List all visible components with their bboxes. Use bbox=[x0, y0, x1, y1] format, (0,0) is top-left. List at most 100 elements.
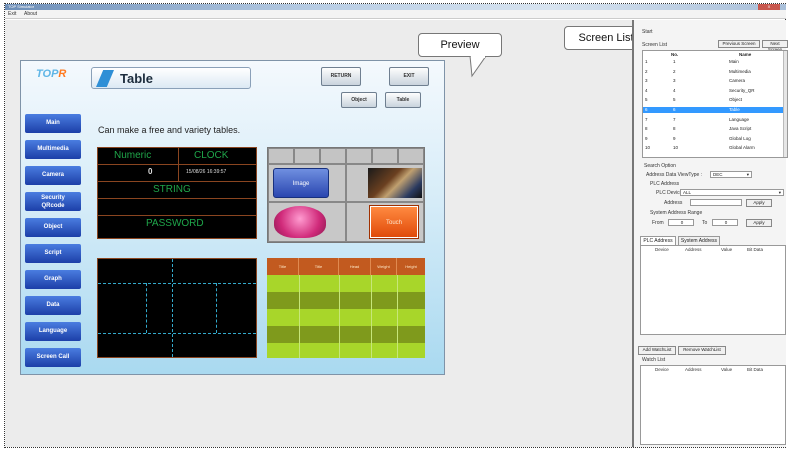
page-title: Table bbox=[120, 71, 153, 86]
table-header: Weight bbox=[371, 258, 397, 275]
watch-list-label: Watch List bbox=[642, 357, 666, 363]
screen-list-item[interactable]: 8 8 Java Script bbox=[643, 126, 785, 132]
menu-exit[interactable]: Exit bbox=[8, 11, 16, 17]
preview-callout: Preview bbox=[418, 33, 502, 57]
table-button[interactable]: Table bbox=[385, 92, 421, 108]
image-tile-grid: Image Touch bbox=[267, 147, 425, 243]
screen-list-item[interactable]: 5 5 Object bbox=[643, 97, 785, 103]
from-input[interactable]: 0 bbox=[668, 219, 694, 226]
chevron-down-icon: ▾ bbox=[746, 172, 749, 177]
data-table: Title Title Head Weight Height bbox=[267, 258, 425, 358]
screen-list-item[interactable]: 2 2 Multimedia bbox=[643, 69, 785, 75]
search-option-label: Search Option bbox=[644, 163, 676, 169]
screen-list-item[interactable]: 9 9 Global Log bbox=[643, 136, 785, 142]
to-label: To bbox=[702, 220, 708, 226]
tab-system-address[interactable]: System Address bbox=[678, 236, 720, 245]
preview-callout-tail bbox=[469, 56, 487, 78]
screen-list-label: Screen List bbox=[642, 42, 668, 48]
table-row bbox=[267, 292, 425, 309]
return-button[interactable]: RETURN bbox=[321, 67, 361, 86]
sidebar-screen-call[interactable]: Screen Call bbox=[25, 348, 81, 367]
screen-list-item[interactable]: 6 6 Table bbox=[643, 107, 785, 113]
remove-watchlist-button[interactable]: Remove WatchList bbox=[678, 346, 726, 355]
view-type-select[interactable]: DEC ▾ bbox=[710, 171, 752, 178]
plc-device-select[interactable]: ALL ▾ bbox=[680, 189, 784, 196]
add-watchlist-button[interactable]: Add WatchList bbox=[638, 346, 676, 355]
view-type-label: Address Data ViewType : bbox=[646, 172, 703, 178]
exit-button[interactable]: EXIT bbox=[389, 67, 429, 86]
top-logo: TOPR bbox=[36, 68, 67, 80]
grid-col-address: Address bbox=[685, 247, 702, 252]
table-row bbox=[267, 326, 425, 343]
screen-list-panel: Start Screen List Previous Screen Next S… bbox=[632, 20, 788, 447]
system-address-range-label: System Address Range bbox=[650, 210, 703, 216]
sidebar-data[interactable]: Data bbox=[25, 296, 81, 315]
numeric-value: 0 bbox=[148, 167, 153, 176]
clock-label: CLOCK bbox=[194, 150, 229, 161]
screen-list-item[interactable]: 7 7 Language bbox=[643, 117, 785, 123]
table-row bbox=[267, 309, 425, 326]
apply-button[interactable]: Apply bbox=[746, 199, 772, 207]
sidebar-script[interactable]: Script bbox=[25, 244, 81, 263]
watch-col-device: Device bbox=[655, 367, 669, 372]
numeric-label: Numeric bbox=[114, 150, 152, 161]
grid-col-bit-data: Bit Data bbox=[747, 247, 764, 252]
watch-list-grid: Device Address Value Bit Data bbox=[640, 365, 786, 445]
watch-col-value: Value bbox=[721, 367, 733, 372]
sidebar-language[interactable]: Language bbox=[25, 322, 81, 341]
hmi-screen-preview: TOPR Table RETURN EXIT Object Table Main… bbox=[20, 60, 445, 375]
screen-list: No. Name 1 1 Main 2 2 Multimedia 3 3 Camera 4 4 Sec… bbox=[642, 50, 788, 158]
address-input[interactable] bbox=[690, 199, 742, 206]
panel-header: Start bbox=[642, 29, 653, 35]
window-title: TOP Simulator bbox=[8, 4, 35, 9]
pink-round-button[interactable] bbox=[274, 206, 326, 238]
sidebar-multimedia[interactable]: Multimedia bbox=[25, 140, 81, 159]
table-header: Height bbox=[397, 258, 425, 275]
grid-col-device: Device bbox=[655, 247, 669, 252]
to-input[interactable]: 0 bbox=[712, 219, 738, 226]
watch-col-bit-data: Bit Data bbox=[747, 367, 764, 372]
sidebar-main[interactable]: Main bbox=[25, 114, 81, 133]
plc-device-label: PLC Device bbox=[656, 190, 683, 196]
string-label: STRING bbox=[153, 184, 191, 195]
screen-list-header: No. Name bbox=[671, 52, 752, 57]
graph-area bbox=[97, 258, 257, 358]
screen-list-scrollbar[interactable] bbox=[783, 51, 787, 157]
display-table: Numeric CLOCK 0 15/08/26 16:39:57 STRING… bbox=[97, 147, 257, 239]
clock-value: 15/08/26 16:39:57 bbox=[186, 169, 227, 175]
table-header: Title bbox=[267, 258, 299, 275]
page-description: Can make a free and variety tables. bbox=[98, 125, 241, 135]
table-row bbox=[267, 343, 425, 358]
menu-bar: Exit About bbox=[5, 10, 786, 19]
table-row bbox=[267, 275, 425, 292]
plc-address-label: PLC Address bbox=[650, 181, 680, 187]
screen-list-item[interactable]: 1 1 Main bbox=[643, 59, 785, 65]
sidebar-security-qrcode[interactable]: Security QRcode bbox=[25, 192, 81, 211]
screen-list-item[interactable]: 10 10 Global Alarm bbox=[643, 145, 785, 151]
table-header: Title bbox=[299, 258, 339, 275]
next-screen-button[interactable]: Next Screen bbox=[762, 40, 788, 52]
address-label: Address bbox=[664, 200, 683, 206]
image-button[interactable]: Image bbox=[273, 168, 329, 198]
menu-about[interactable]: About bbox=[24, 11, 37, 17]
sidebar-object[interactable]: Object bbox=[25, 218, 81, 237]
page-title-box: Table bbox=[91, 67, 251, 89]
table-header: Head bbox=[339, 258, 371, 275]
preview-workspace: TOPR Table RETURN EXIT Object Table Main… bbox=[5, 20, 632, 447]
screen-list-item[interactable]: 4 4 Security_QR bbox=[643, 88, 785, 94]
range-apply-button[interactable]: Apply bbox=[746, 219, 772, 227]
from-label: From bbox=[652, 220, 664, 226]
grid-col-value: Value bbox=[721, 247, 733, 252]
chevron-down-icon: ▾ bbox=[778, 190, 781, 195]
touch-button[interactable]: Touch bbox=[369, 205, 419, 239]
watch-col-address: Address bbox=[685, 367, 702, 372]
password-label: PASSWORD bbox=[146, 218, 204, 229]
title-icon bbox=[96, 70, 114, 87]
screen-list-item[interactable]: 3 3 Camera bbox=[643, 78, 785, 84]
sidebar-graph[interactable]: Graph bbox=[25, 270, 81, 289]
address-grid: Device Address Value Bit Data bbox=[640, 245, 786, 335]
object-button[interactable]: Object bbox=[341, 92, 377, 108]
sidebar-camera[interactable]: Camera bbox=[25, 166, 81, 185]
tab-plc-address[interactable]: PLC Address bbox=[640, 236, 676, 245]
previous-screen-button[interactable]: Previous Screen bbox=[718, 40, 760, 48]
